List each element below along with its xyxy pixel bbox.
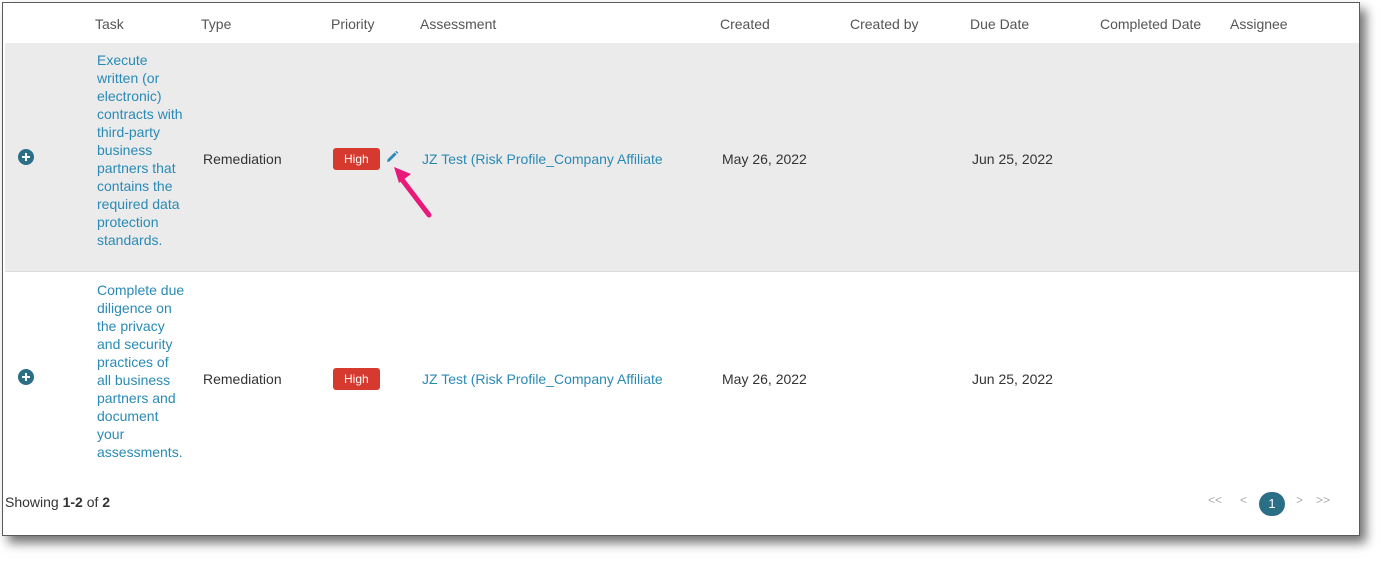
priority-badge: High: [333, 368, 380, 390]
column-header-completed-date[interactable]: Completed Date: [1100, 16, 1201, 32]
assessment-link[interactable]: JZ Test (Risk Profile_Company Affiliate: [422, 151, 663, 167]
expand-row-icon[interactable]: [18, 149, 34, 165]
task-type: Remediation: [203, 151, 282, 167]
next-page-button[interactable]: >: [1296, 493, 1303, 507]
expand-row-icon[interactable]: [18, 369, 34, 385]
table-row: Complete due diligence on the privacy an…: [5, 273, 1359, 468]
total-count: 2: [102, 494, 111, 510]
annotation-arrow: [394, 167, 432, 218]
column-header-created[interactable]: Created: [720, 16, 770, 32]
column-header-due-date[interactable]: Due Date: [970, 16, 1029, 32]
results-summary: Showing 1-2 of 2: [5, 494, 110, 510]
priority-badge: High: [333, 148, 380, 170]
page-1-button[interactable]: 1: [1259, 492, 1285, 516]
task-type: Remediation: [203, 371, 282, 387]
last-page-button[interactable]: >>: [1316, 493, 1330, 507]
table-row: Execute written (or electronic) contract…: [5, 43, 1359, 272]
assessment-link[interactable]: JZ Test (Risk Profile_Company Affiliate: [422, 371, 663, 387]
showing-label: Showing: [5, 494, 63, 510]
first-page-button[interactable]: <<: [1208, 493, 1222, 507]
created-date: May 26, 2022: [722, 371, 807, 387]
column-header-task[interactable]: Task: [95, 16, 124, 32]
column-header-assessment[interactable]: Assessment: [420, 16, 496, 32]
column-header-created-by[interactable]: Created by: [850, 16, 918, 32]
column-header-priority[interactable]: Priority: [331, 16, 375, 32]
task-link[interactable]: Execute written (or electronic) contract…: [97, 51, 185, 249]
column-header-assignee[interactable]: Assignee: [1230, 16, 1288, 32]
prev-page-button[interactable]: <: [1240, 493, 1247, 507]
task-link[interactable]: Complete due diligence on the privacy an…: [97, 281, 185, 461]
due-date: Jun 25, 2022: [972, 371, 1053, 387]
tasks-table-panel: Task Type Priority Assessment Created Cr…: [2, 2, 1360, 536]
table-header: Task Type Priority Assessment Created Cr…: [3, 3, 1359, 43]
showing-range: 1-2: [62, 494, 83, 510]
due-date: Jun 25, 2022: [972, 151, 1053, 167]
of-label: of: [82, 494, 103, 510]
column-header-type[interactable]: Type: [201, 16, 231, 32]
created-date: May 26, 2022: [722, 151, 807, 167]
